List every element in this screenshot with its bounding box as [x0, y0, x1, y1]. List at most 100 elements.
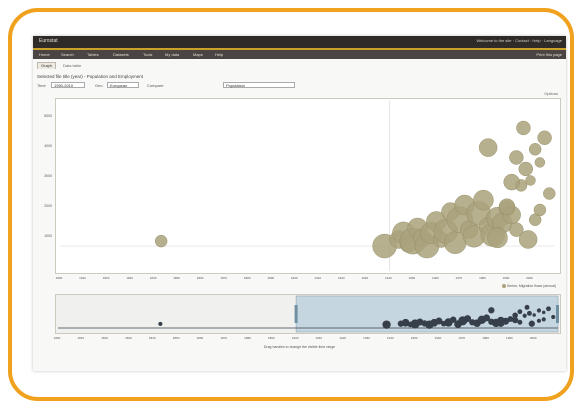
data-bubble[interactable] — [518, 161, 533, 177]
y-tick-label: 2000 — [44, 204, 52, 208]
menu-item-home[interactable]: Home — [39, 52, 50, 57]
filter-geo-select[interactable]: European — [107, 82, 139, 88]
timeline-tick-label: 1890 — [267, 336, 275, 340]
filter-bar: Time 1950-2010 Geo European Compare Popu… — [37, 82, 562, 90]
x-tick-label: 1880 — [243, 276, 251, 280]
data-bubble[interactable] — [503, 173, 520, 191]
tab-graph[interactable]: Graph — [37, 62, 57, 69]
tab-data-table[interactable]: Data table — [59, 62, 85, 69]
user-links[interactable]: Welcome to the site · Contact · Help · L… — [476, 38, 562, 43]
timeline-mark — [382, 320, 391, 329]
y-tick-label: 5000 — [44, 114, 52, 118]
options-link[interactable]: Options — [544, 91, 558, 96]
print-link[interactable]: Print this page — [536, 52, 562, 57]
timeline-mark — [541, 317, 546, 322]
data-bubble[interactable] — [487, 227, 508, 249]
timeline-tick-label: 1870 — [220, 336, 227, 340]
timeline-tick-label: 1980 — [482, 336, 489, 340]
timeline-mark — [551, 314, 556, 320]
filter-time-select[interactable]: 1950-2010 — [51, 82, 85, 88]
data-bubble[interactable] — [533, 203, 547, 217]
data-bubble[interactable] — [543, 187, 556, 200]
x-tick-label: 1870 — [220, 276, 227, 280]
data-bubble[interactable] — [516, 120, 531, 136]
timeline-tick-label: 1860 — [196, 336, 204, 340]
timeline-tick-label: 1900 — [291, 336, 299, 340]
legend-label: Series: Migration flows (annual) — [506, 284, 556, 288]
x-tick-label: 1950 — [408, 276, 416, 280]
timeline-mark — [488, 307, 495, 314]
timeline-handle-left[interactable] — [294, 305, 298, 323]
timeline-tick-label: 1930 — [363, 336, 370, 340]
menu-item-tables[interactable]: Tables — [87, 52, 99, 57]
timeline-tick-label: 1820 — [101, 336, 108, 340]
x-tick-label: 1990 — [502, 276, 510, 280]
timeline-mark — [526, 310, 532, 316]
timeline-tick-label: 1970 — [458, 336, 466, 340]
menu-item-maps[interactable]: Maps — [193, 52, 203, 57]
data-bubble[interactable] — [478, 138, 498, 157]
data-bubble[interactable] — [498, 198, 516, 215]
timeline-tick-label: 1920 — [339, 336, 347, 340]
timeline-mark — [517, 309, 523, 315]
x-tick-label: 1960 — [432, 276, 439, 280]
filter-compare-label: Compare — [147, 83, 164, 88]
chart-legend[interactable]: Series: Migration flows (annual) — [501, 284, 556, 289]
timeline-mark — [497, 319, 505, 327]
timeline-mark — [522, 313, 527, 318]
x-tick-label: 1900 — [290, 276, 298, 280]
data-bubble[interactable] — [534, 157, 546, 168]
timeline-mark — [546, 306, 551, 312]
timeline-handle-right[interactable] — [556, 305, 559, 323]
bubble-chart[interactable] — [55, 98, 561, 274]
data-bubble[interactable] — [528, 143, 542, 156]
timeline-mark — [517, 319, 523, 325]
data-bubble[interactable] — [525, 175, 536, 186]
menu-item-datasets[interactable]: Datasets — [113, 52, 129, 57]
legend-bubble-icon — [501, 284, 506, 289]
filter-compare-select[interactable]: Population — [223, 82, 295, 88]
timeline-mark — [158, 321, 163, 327]
x-tick-label: 1850 — [173, 276, 180, 280]
data-bubble[interactable] — [473, 189, 494, 211]
top-bar: Eurostat Welcome to the site · Contact ·… — [33, 36, 566, 48]
menu-item-tools[interactable]: Tools — [143, 52, 152, 57]
timeline-tick-label: 1950 — [410, 336, 418, 340]
menu-item-help[interactable]: Help — [215, 52, 223, 57]
x-tick-label: 1970 — [455, 276, 463, 280]
timeline-mark — [512, 312, 518, 319]
timeline-mark — [507, 316, 514, 322]
timeline-mark — [541, 310, 546, 315]
x-tick-label: 1840 — [149, 276, 157, 280]
timeline-tick-label: 1880 — [244, 336, 251, 340]
x-tick-label: 1810 — [79, 276, 86, 280]
brand-logo[interactable]: Eurostat — [39, 38, 58, 44]
menu-item-search[interactable]: Search — [61, 52, 74, 57]
timeline-mark — [532, 313, 536, 317]
bubble-chart-svg — [60, 101, 556, 271]
x-tick-label: 2000 — [526, 276, 533, 280]
timeline-tick-label: 1940 — [386, 336, 394, 340]
timeline-ticks: 1800 1810 1820 1830 1840 1850 1860 1870 1880 1890… — [54, 336, 561, 341]
y-tick-label: 3000 — [44, 174, 52, 178]
y-tick-label: 1000 — [44, 234, 52, 238]
x-tick-label: 1830 — [126, 276, 133, 280]
timeline-tick-label: 1850 — [172, 336, 180, 340]
data-bubble[interactable] — [537, 130, 552, 145]
main-menu: Home Search Tables Datasets Tools My dat… — [33, 50, 566, 59]
timeline-tick-label: 1810 — [77, 336, 85, 340]
y-tick-label: 4000 — [44, 144, 52, 148]
data-bubble[interactable] — [154, 234, 168, 248]
data-bubble[interactable] — [518, 230, 538, 249]
timeline-caption: Drag handles to change the visible time … — [263, 345, 336, 349]
timeline-mark — [524, 304, 530, 310]
page-title: Selected file title (year) - Population … — [37, 74, 144, 79]
x-tick-label: 1860 — [196, 276, 204, 280]
x-tick-label: 1940 — [384, 276, 392, 280]
data-bubble[interactable] — [509, 150, 524, 165]
timeline-mark — [536, 308, 542, 313]
x-tick-label: 1800 — [55, 276, 63, 280]
time-range-slider[interactable] — [55, 294, 561, 334]
timeline-tick-label: 1830 — [125, 336, 132, 340]
menu-item-mydata[interactable]: My data — [165, 52, 179, 57]
